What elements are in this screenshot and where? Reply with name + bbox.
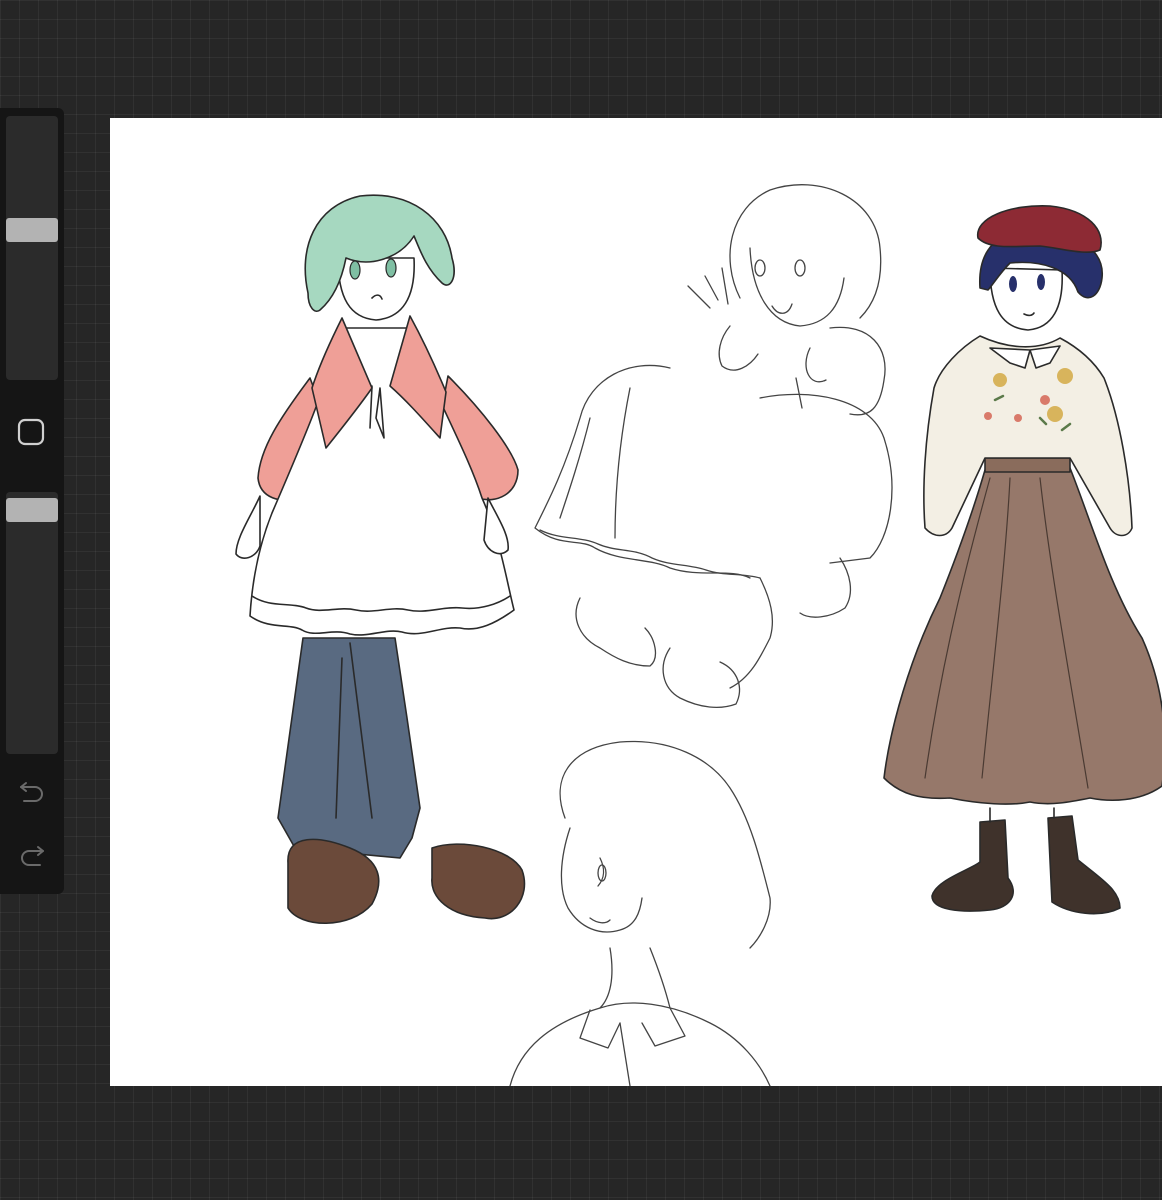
drawing-canvas[interactable] <box>110 118 1162 1086</box>
character-green-hair <box>235 194 526 924</box>
square-outline-icon <box>17 418 45 446</box>
brush-size-slider-thumb[interactable] <box>6 218 58 242</box>
redo-button[interactable] <box>16 838 48 870</box>
character-sitting-sketch <box>534 184 893 709</box>
modify-button[interactable] <box>16 417 46 447</box>
undo-button[interactable] <box>16 774 48 806</box>
sketch-artwork <box>235 184 1162 1086</box>
opacity-slider[interactable] <box>6 492 58 754</box>
character-bust-sketch <box>509 740 771 1086</box>
redo-icon <box>21 846 44 866</box>
tool-sidebar <box>0 108 64 894</box>
undo-icon <box>20 782 43 802</box>
opacity-slider-thumb[interactable] <box>6 498 58 522</box>
brush-size-slider[interactable] <box>6 116 58 380</box>
character-beret <box>883 205 1162 915</box>
